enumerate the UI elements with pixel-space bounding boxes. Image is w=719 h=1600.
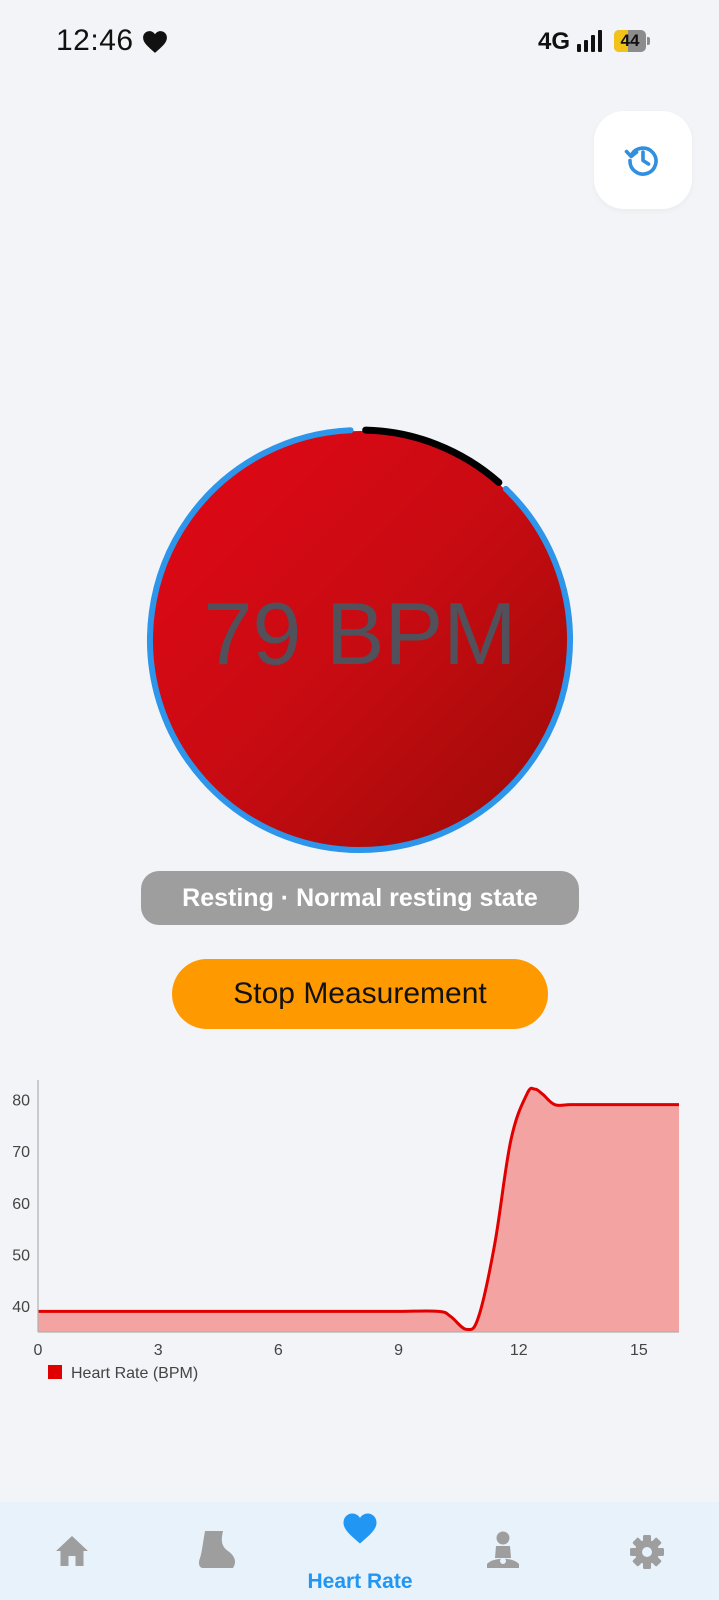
heart-icon: [343, 1513, 377, 1544]
legend-label: Heart Rate (BPM): [71, 1365, 198, 1382]
x-tick-label: 0: [34, 1342, 43, 1359]
nav-item-settings[interactable]: [587, 1502, 707, 1600]
battery-level: 44: [620, 31, 640, 50]
heart-icon: [143, 31, 167, 53]
state-badge: Resting · Normal resting state: [141, 871, 579, 925]
x-tick-label: 6: [274, 1342, 283, 1359]
heart-rate-chart: 40 50 60 70 80 0 3 6 9 12 15 Heart Rate (BPM): [0, 1080, 719, 1410]
home-icon: [56, 1536, 88, 1566]
x-tick-label: 9: [394, 1342, 403, 1359]
nav-item-heart-rate[interactable]: Heart Rate: [300, 1502, 420, 1600]
y-tick-label: 80: [12, 1093, 30, 1110]
signal-icon: [577, 30, 602, 52]
y-tick-label: 50: [12, 1248, 30, 1265]
nav-label-heart-rate: Heart Rate: [307, 1570, 413, 1593]
foot-icon: [199, 1531, 236, 1568]
history-button[interactable]: [594, 111, 692, 209]
heart-rate-gauge: 79 BPM: [144, 424, 576, 856]
nav-item-steps[interactable]: [157, 1502, 277, 1600]
gear-icon: [630, 1535, 664, 1569]
stop-measurement-button[interactable]: Stop Measurement: [172, 959, 548, 1029]
x-tick-label: 12: [510, 1342, 528, 1359]
bpm-value: 79 BPM: [203, 584, 517, 683]
history-icon: [624, 146, 658, 176]
x-tick-label: 15: [630, 1342, 648, 1359]
legend-marker: [48, 1365, 62, 1379]
network-type: 4G: [538, 28, 571, 55]
nav-item-meditation[interactable]: [443, 1502, 563, 1600]
y-tick-label: 70: [12, 1144, 30, 1161]
y-tick-label: 60: [12, 1196, 30, 1213]
bottom-nav: Heart Rate: [0, 1502, 719, 1600]
meditation-icon: [487, 1531, 519, 1568]
y-tick-label: 40: [12, 1299, 30, 1316]
chart-svg: 40 50 60 70 80 0 3 6 9 12 15 Heart Rate (BPM): [12, 1080, 679, 1382]
chart-area-fill: [38, 1088, 679, 1332]
status-time: 12:46: [56, 24, 134, 57]
nav-item-home[interactable]: [12, 1502, 132, 1600]
x-tick-label: 3: [154, 1342, 163, 1359]
status-bar: 12:46 4G 44: [0, 0, 719, 84]
battery-icon: 44: [614, 30, 650, 52]
